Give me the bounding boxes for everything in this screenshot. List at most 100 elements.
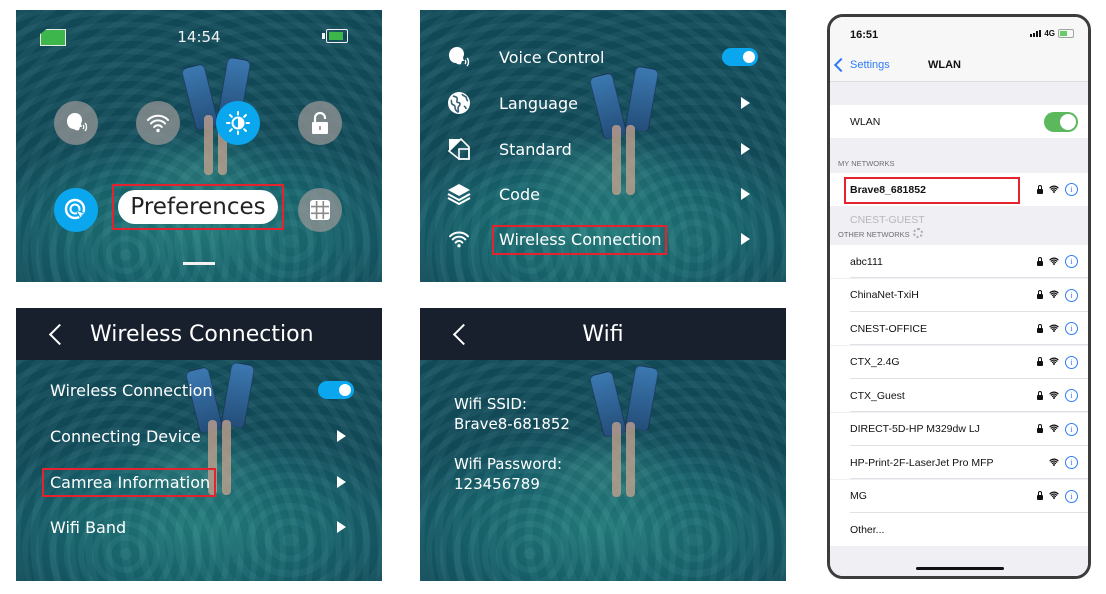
info-icon[interactable]: i	[1065, 422, 1078, 436]
network-icons: i	[1037, 183, 1078, 196]
chevron-right-icon	[741, 188, 750, 200]
network-icons: i	[1037, 389, 1078, 402]
phone-battery-icon	[1058, 29, 1074, 38]
info-icon[interactable]: i	[1065, 389, 1078, 402]
standard-icon	[446, 136, 472, 162]
menu-item-label: Wireless Connection	[50, 380, 213, 400]
network-row[interactable]: CTX_2.4G i	[830, 345, 1088, 379]
wlan-toggle[interactable]	[1044, 111, 1078, 132]
layers-icon	[446, 181, 472, 207]
network-row[interactable]: HP-Print-2F-LaserJet Pro MFP i	[830, 446, 1088, 479]
phone-nav-bar: Settings WLAN	[830, 53, 1088, 82]
wifi-ssid-block: Wifi SSID: Brave8-681852	[454, 394, 570, 434]
camera-wifi-info-screen: Wifi Wifi SSID: Brave8-681852 Wifi Passw…	[420, 308, 786, 581]
chevron-left-icon	[833, 57, 849, 73]
network-icons: i	[1037, 322, 1078, 335]
screen-header: Wireless Connection	[16, 308, 382, 360]
lock-icon	[1037, 424, 1043, 433]
network-row[interactable]: ChinaNet-TxiH i	[830, 278, 1088, 312]
network-type: 4G	[1044, 29, 1055, 38]
info-icon[interactable]: i	[1065, 288, 1078, 302]
wifi-signal-icon	[1049, 490, 1059, 502]
settings-back-button[interactable]: Settings	[833, 57, 890, 73]
lock-button[interactable]	[298, 101, 342, 145]
info-icon[interactable]: i	[1065, 255, 1078, 268]
swipe-indicator[interactable]	[183, 262, 215, 265]
network-row[interactable]: abc111 i	[830, 245, 1088, 278]
leg-graphic	[626, 422, 635, 497]
info-icon[interactable]: i	[1065, 183, 1078, 196]
screen-title: Wifi	[582, 321, 624, 347]
leg-graphic	[204, 115, 213, 175]
wifi-signal-icon	[1049, 323, 1059, 335]
brightness-button[interactable]	[216, 101, 260, 145]
network-name: DIRECT-5D-HP M329dw LJ	[850, 423, 980, 435]
wifi-signal-icon	[1049, 390, 1059, 402]
chevron-right-icon	[337, 430, 346, 442]
wifi-signal-icon	[1049, 423, 1059, 435]
network-row[interactable]: MG i	[830, 479, 1088, 513]
menu-item-label: Connecting Device	[50, 426, 201, 446]
wlan-toggle-row: WLAN	[830, 105, 1088, 138]
menu-item-code[interactable]: Code	[420, 179, 786, 209]
menu-item-connecting-device[interactable]: Connecting Device	[16, 421, 382, 451]
camera-preferences-screen: Voice Control Language Standard Code Wir…	[420, 10, 786, 282]
network-row-other[interactable]: Other...	[830, 513, 1088, 546]
wifi-password-value: 123456789	[454, 475, 540, 493]
wifi-signal-icon	[1049, 289, 1059, 301]
highlight-box	[42, 468, 216, 497]
menu-item-wireless-connection-toggle[interactable]: Wireless Connection	[16, 375, 382, 405]
screen-saver-button[interactable]	[54, 188, 98, 232]
network-icons: i	[1037, 255, 1078, 268]
menu-item-label: Voice Control	[499, 47, 605, 67]
phone-bottom-area	[830, 546, 1088, 576]
network-icons: i	[1037, 489, 1078, 503]
home-indicator[interactable]	[916, 567, 1004, 570]
loading-spinner-icon	[913, 228, 923, 238]
screen-header: Wifi	[420, 308, 786, 360]
wifi-ssid-value: Brave8-681852	[454, 415, 570, 433]
voice-control-button[interactable]	[54, 101, 98, 145]
phone-status-bar: 16:51 4G	[830, 17, 1088, 53]
menu-item-wifi-band[interactable]: Wifi Band	[16, 512, 382, 542]
leg-graphic	[612, 422, 621, 497]
unlock-icon	[312, 111, 328, 134]
network-row[interactable]: DIRECT-5D-HP M329dw LJ i	[830, 412, 1088, 446]
other-networks-header: OTHER NETWORKS	[838, 230, 910, 239]
network-row[interactable]: CTX_Guest i	[830, 379, 1088, 412]
wifi-password-label: Wifi Password:	[454, 455, 563, 473]
other-label: Other...	[850, 523, 885, 536]
menu-item-standard[interactable]: Standard	[420, 134, 786, 164]
info-icon[interactable]: i	[1065, 489, 1078, 503]
grid-button[interactable]	[298, 188, 342, 232]
battery-icon	[322, 29, 348, 43]
network-icons: i	[1049, 456, 1078, 469]
network-name: CTX_Guest	[850, 389, 905, 402]
lock-icon	[1037, 323, 1043, 333]
info-icon[interactable]: i	[1065, 355, 1078, 369]
network-icons: i	[1037, 422, 1078, 436]
chevron-right-icon	[337, 476, 346, 488]
menu-item-language[interactable]: Language	[420, 88, 786, 118]
lock-icon	[1037, 491, 1043, 500]
wifi-signal-icon	[1049, 256, 1059, 268]
wifi-signal-icon	[1049, 356, 1059, 368]
menu-item-voice-control[interactable]: Voice Control	[420, 42, 786, 72]
network-row-ghost: CNEST-GUEST	[830, 208, 1088, 232]
menu-item-label: Wifi Band	[50, 517, 127, 537]
info-icon[interactable]: i	[1065, 456, 1078, 469]
wifi-button[interactable]	[136, 101, 180, 145]
network-name: CTX_2.4G	[850, 356, 900, 368]
info-icon[interactable]: i	[1065, 322, 1078, 335]
phone-title: WLAN	[928, 59, 961, 71]
highlight-box	[112, 184, 284, 230]
back-label: Settings	[850, 59, 890, 71]
chevron-right-icon	[337, 521, 346, 533]
menu-item-label: Language	[499, 93, 578, 113]
back-icon[interactable]	[48, 323, 71, 346]
lock-icon	[1037, 390, 1043, 400]
wireless-connection-toggle[interactable]	[318, 381, 354, 399]
lock-icon	[1037, 290, 1043, 299]
network-row[interactable]: CNEST-OFFICE i	[830, 312, 1088, 345]
voice-control-toggle[interactable]	[722, 48, 758, 66]
